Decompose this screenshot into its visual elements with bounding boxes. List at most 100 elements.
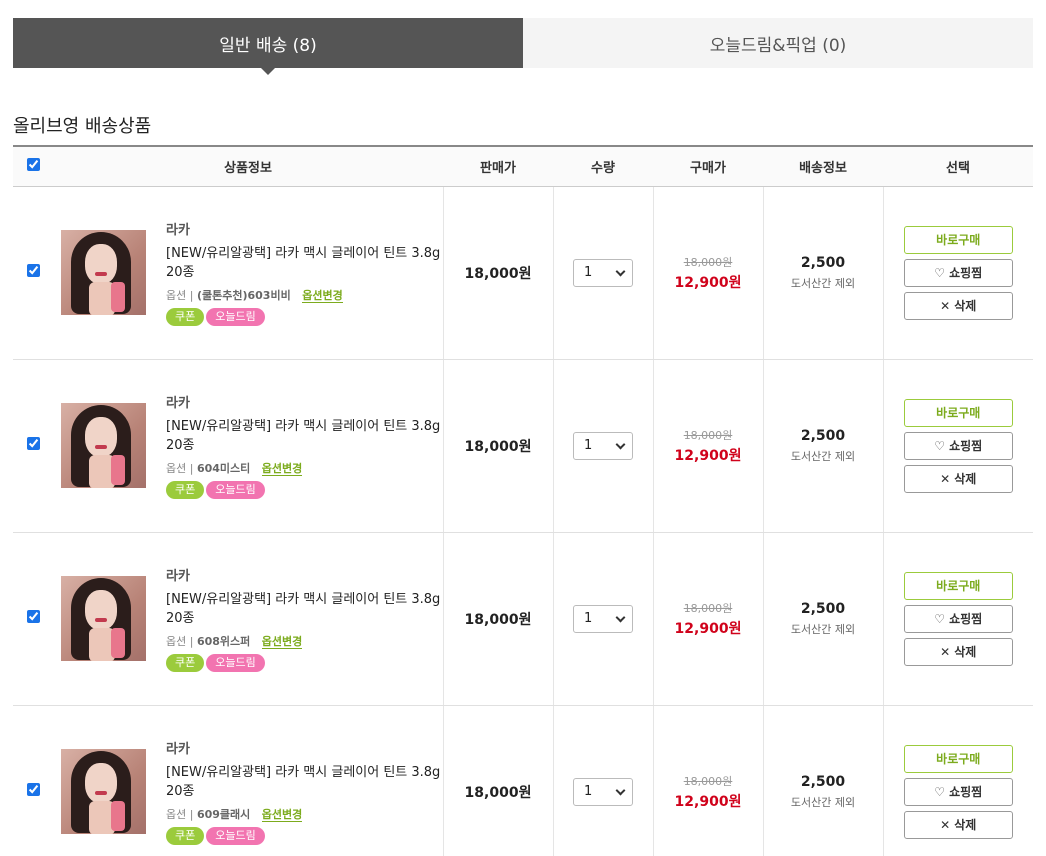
price-cell: 18,000원 (442, 705, 553, 856)
product-name[interactable]: [NEW/유리알광택] 라카 맥시 글레이어 틴트 3.8g 20종 (166, 763, 443, 801)
product-cell: 라카 [NEW/유리알광택] 라카 맥시 글레이어 틴트 3.8g 20종 옵션… (53, 705, 443, 856)
option-value: 604미스티 (196, 462, 251, 475)
actions-cell: 바로구매 ♡ 쇼핑찜 ✕ 삭제 (882, 359, 1033, 533)
coupon-badge: 쿠폰 (166, 481, 205, 499)
col-product-info: 상품정보 (53, 145, 443, 187)
table-header: 상품정보 판매가 수량 구매가 배송정보 선택 (13, 145, 1033, 187)
actions-cell: 바로구매 ♡ 쇼핑찜 ✕ 삭제 (882, 532, 1033, 706)
qty-cell: 1 (552, 359, 653, 533)
chevron-down-icon (615, 612, 626, 622)
discount-price: 12,900원 (674, 447, 742, 464)
quantity-select[interactable]: 1 (573, 431, 633, 460)
product-name[interactable]: [NEW/유리알광택] 라카 맥시 글레이어 틴트 3.8g 20종 (166, 590, 443, 628)
original-price: 18,000원 (683, 255, 733, 269)
item-checkbox[interactable] (26, 437, 40, 450)
quantity-select[interactable]: 1 (573, 777, 633, 806)
option-change-link[interactable]: 옵션변경 (261, 808, 303, 822)
shipping-cell: 2,500 도서산간 제외 (762, 359, 883, 533)
table-row: 라카 [NEW/유리알광택] 라카 맥시 글레이어 틴트 3.8g 20종 옵션… (13, 532, 1033, 706)
quantity-select[interactable]: 1 (573, 258, 633, 287)
chevron-down-icon (615, 785, 626, 795)
option-value: 609클래시 (196, 808, 251, 821)
purchase-price-cell: 18,000원 12,900원 (652, 532, 763, 706)
col-purchase-price: 구매가 (653, 145, 763, 187)
product-cell: 라카 [NEW/유리알광택] 라카 맥시 글레이어 틴트 3.8g 20종 옵션… (53, 359, 443, 533)
option-change-link[interactable]: 옵션변경 (261, 462, 303, 476)
shipping-fee: 2,500 (800, 773, 846, 790)
table-row: 라카 [NEW/유리알광택] 라카 맥시 글레이어 틴트 3.8g 20종 옵션… (13, 359, 1033, 533)
heart-icon: ♡ (934, 784, 946, 799)
close-icon: ✕ (940, 471, 951, 486)
product-thumbnail[interactable] (61, 403, 146, 488)
coupon-badge: 쿠폰 (166, 308, 205, 326)
shipping-note: 도서산간 제외 (790, 622, 856, 636)
today-dream-badge: 오늘드림 (206, 308, 265, 326)
qty-cell: 1 (552, 532, 653, 706)
option-change-link[interactable]: 옵션변경 (302, 289, 343, 303)
item-checkbox[interactable] (26, 783, 40, 796)
shipping-note: 도서산간 제외 (790, 795, 856, 809)
price-cell: 18,000원 (442, 359, 553, 533)
brand-name[interactable]: 라카 (166, 219, 443, 238)
product-thumbnail[interactable] (61, 230, 146, 315)
brand-name[interactable]: 라카 (166, 392, 443, 411)
buy-now-button[interactable]: 바로구매 (903, 744, 1013, 773)
delete-button[interactable]: ✕ 삭제 (903, 464, 1013, 493)
option-label: 옵션 | (166, 635, 194, 648)
shipping-note: 도서산간 제외 (790, 276, 856, 290)
quantity-select[interactable]: 1 (573, 604, 633, 633)
today-dream-badge: 오늘드림 (206, 481, 265, 499)
buy-now-button[interactable]: 바로구매 (903, 571, 1013, 600)
product-name[interactable]: [NEW/유리알광택] 라카 맥시 글레이어 틴트 3.8g 20종 (166, 244, 443, 282)
qty-cell: 1 (552, 186, 653, 360)
item-checkbox[interactable] (26, 610, 40, 623)
product-thumbnail[interactable] (61, 749, 146, 834)
delete-button[interactable]: ✕ 삭제 (903, 291, 1013, 320)
product-cell: 라카 [NEW/유리알광택] 라카 맥시 글레이어 틴트 3.8g 20종 옵션… (53, 532, 443, 706)
chevron-down-icon (615, 439, 626, 449)
wishlist-button[interactable]: ♡ 쇼핑찜 (903, 258, 1013, 287)
delete-button[interactable]: ✕ 삭제 (903, 637, 1013, 666)
table-row: 라카 [NEW/유리알광택] 라카 맥시 글레이어 틴트 3.8g 20종 옵션… (13, 705, 1033, 856)
price-cell: 18,000원 (442, 532, 553, 706)
row-checkbox-cell (13, 186, 53, 360)
brand-name[interactable]: 라카 (166, 738, 443, 757)
delivery-tabs: 일반 배송 (8) 오늘드림&픽업 (0) (13, 18, 1033, 75)
item-checkbox[interactable] (26, 264, 40, 277)
select-all-cell (13, 145, 53, 187)
shipping-cell: 2,500 도서산간 제외 (762, 532, 883, 706)
option-change-link[interactable]: 옵션변경 (261, 635, 303, 649)
col-quantity: 수량 (553, 145, 653, 187)
actions-cell: 바로구매 ♡ 쇼핑찜 ✕ 삭제 (882, 705, 1033, 856)
section-title: 올리브영 배송상품 (13, 116, 152, 137)
qty-cell: 1 (552, 705, 653, 856)
option-label: 옵션 | (166, 462, 194, 475)
close-icon: ✕ (940, 817, 951, 832)
today-dream-badge: 오늘드림 (206, 654, 265, 672)
original-price: 18,000원 (683, 428, 733, 442)
buy-now-button[interactable]: 바로구매 (903, 225, 1013, 254)
shipping-note: 도서산간 제외 (790, 449, 856, 463)
wishlist-button[interactable]: ♡ 쇼핑찜 (903, 431, 1013, 460)
product-name[interactable]: [NEW/유리알광택] 라카 맥시 글레이어 틴트 3.8g 20종 (166, 417, 443, 455)
brand-name[interactable]: 라카 (166, 565, 443, 584)
select-all-checkbox[interactable] (26, 157, 40, 171)
product-thumbnail[interactable] (61, 576, 146, 661)
buy-now-button[interactable]: 바로구매 (903, 398, 1013, 427)
actions-cell: 바로구매 ♡ 쇼핑찜 ✕ 삭제 (882, 186, 1033, 360)
discount-price: 12,900원 (674, 793, 742, 810)
row-checkbox-cell (13, 705, 53, 856)
chevron-down-icon (615, 266, 626, 276)
sale-price: 18,000원 (464, 438, 532, 455)
delete-button[interactable]: ✕ 삭제 (903, 810, 1013, 839)
wishlist-button[interactable]: ♡ 쇼핑찜 (903, 777, 1013, 806)
close-icon: ✕ (940, 644, 951, 659)
tab-standard-delivery[interactable]: 일반 배송 (8) (13, 18, 523, 75)
option-row: 옵션 | (쿨톤추천)603비비 옵션변경 (166, 287, 443, 303)
wishlist-button[interactable]: ♡ 쇼핑찜 (903, 604, 1013, 633)
option-row: 옵션 | 609클래시 옵션변경 (166, 806, 443, 822)
option-value: (쿨톤추천)603비비 (196, 289, 291, 302)
tab-today-pickup[interactable]: 오늘드림&픽업 (0) (523, 18, 1033, 68)
heart-icon: ♡ (934, 438, 946, 453)
original-price: 18,000원 (683, 774, 733, 788)
